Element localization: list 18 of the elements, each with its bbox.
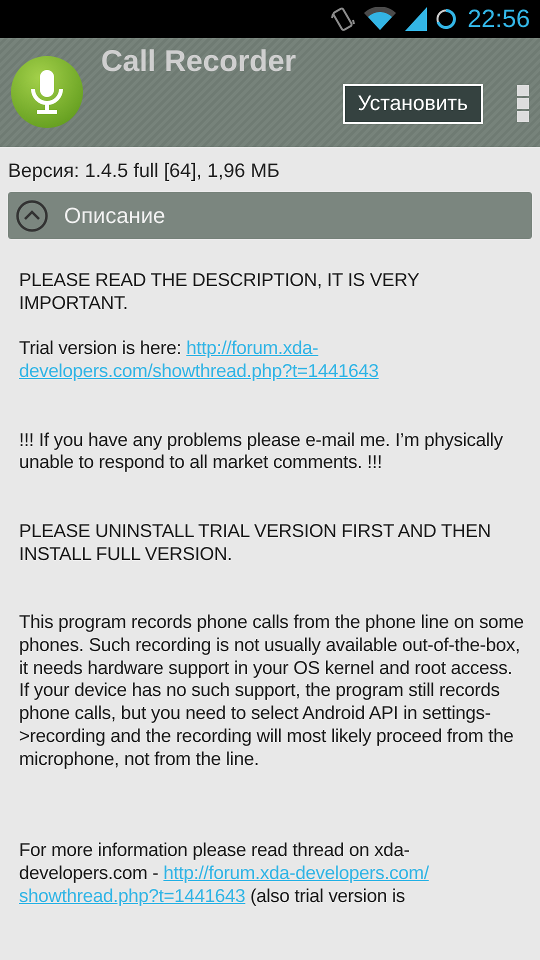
app-icon	[10, 55, 84, 129]
section-header[interactable]: Описание	[8, 192, 532, 239]
section-title: Описание	[64, 202, 166, 228]
signal-icon	[405, 7, 428, 31]
sync-icon	[435, 8, 458, 30]
overflow-menu-icon[interactable]	[517, 85, 529, 123]
clock-time: 22:56	[467, 4, 530, 34]
version-text: Версия: 1.4.5 full [64], 1,96 МБ	[8, 159, 281, 183]
install-button[interactable]: Установить	[342, 84, 483, 124]
wifi-icon	[363, 7, 398, 31]
collapse-icon	[16, 200, 48, 232]
link[interactable]: http://forum.xda-developers.com/	[163, 862, 429, 883]
description-text: PLEASE READ THE DESCRIPTION, IT IS VERY IMPORTANT. Trial version is here: http://forum.xda- developers.com/showthread.php?t=1441643 !!! If you have any problems please e-mail me. I’m physically unable to respond to all market comments. !!! PLEASE UNINSTALL TRIAL VERSION FIRST AND THEN INSTALL FULL VERSION. This program records phone calls from the phone line on some phones. Such recording is not usually available out-of-the-box, it needs hardware support in your OS kernel and root access. If your device has no such support, the program still records phone calls, but you need to select Android API in settings->recording and the recording will most likely proceed from the microphone, not from the line. For more information please read thread on xda-developers.com - http://forum.xda-developers.com/ showthread.php?t=1441643 (also trial version is	[18, 269, 525, 908]
link[interactable]: showthread.php?t=1441643	[19, 884, 246, 906]
link[interactable]: http://forum.xda-	[186, 337, 318, 358]
app-title: Call Recorder	[101, 45, 298, 79]
vibrate-icon	[331, 6, 356, 32]
link[interactable]: developers.com/showthread.php?t=1441643	[19, 360, 379, 382]
